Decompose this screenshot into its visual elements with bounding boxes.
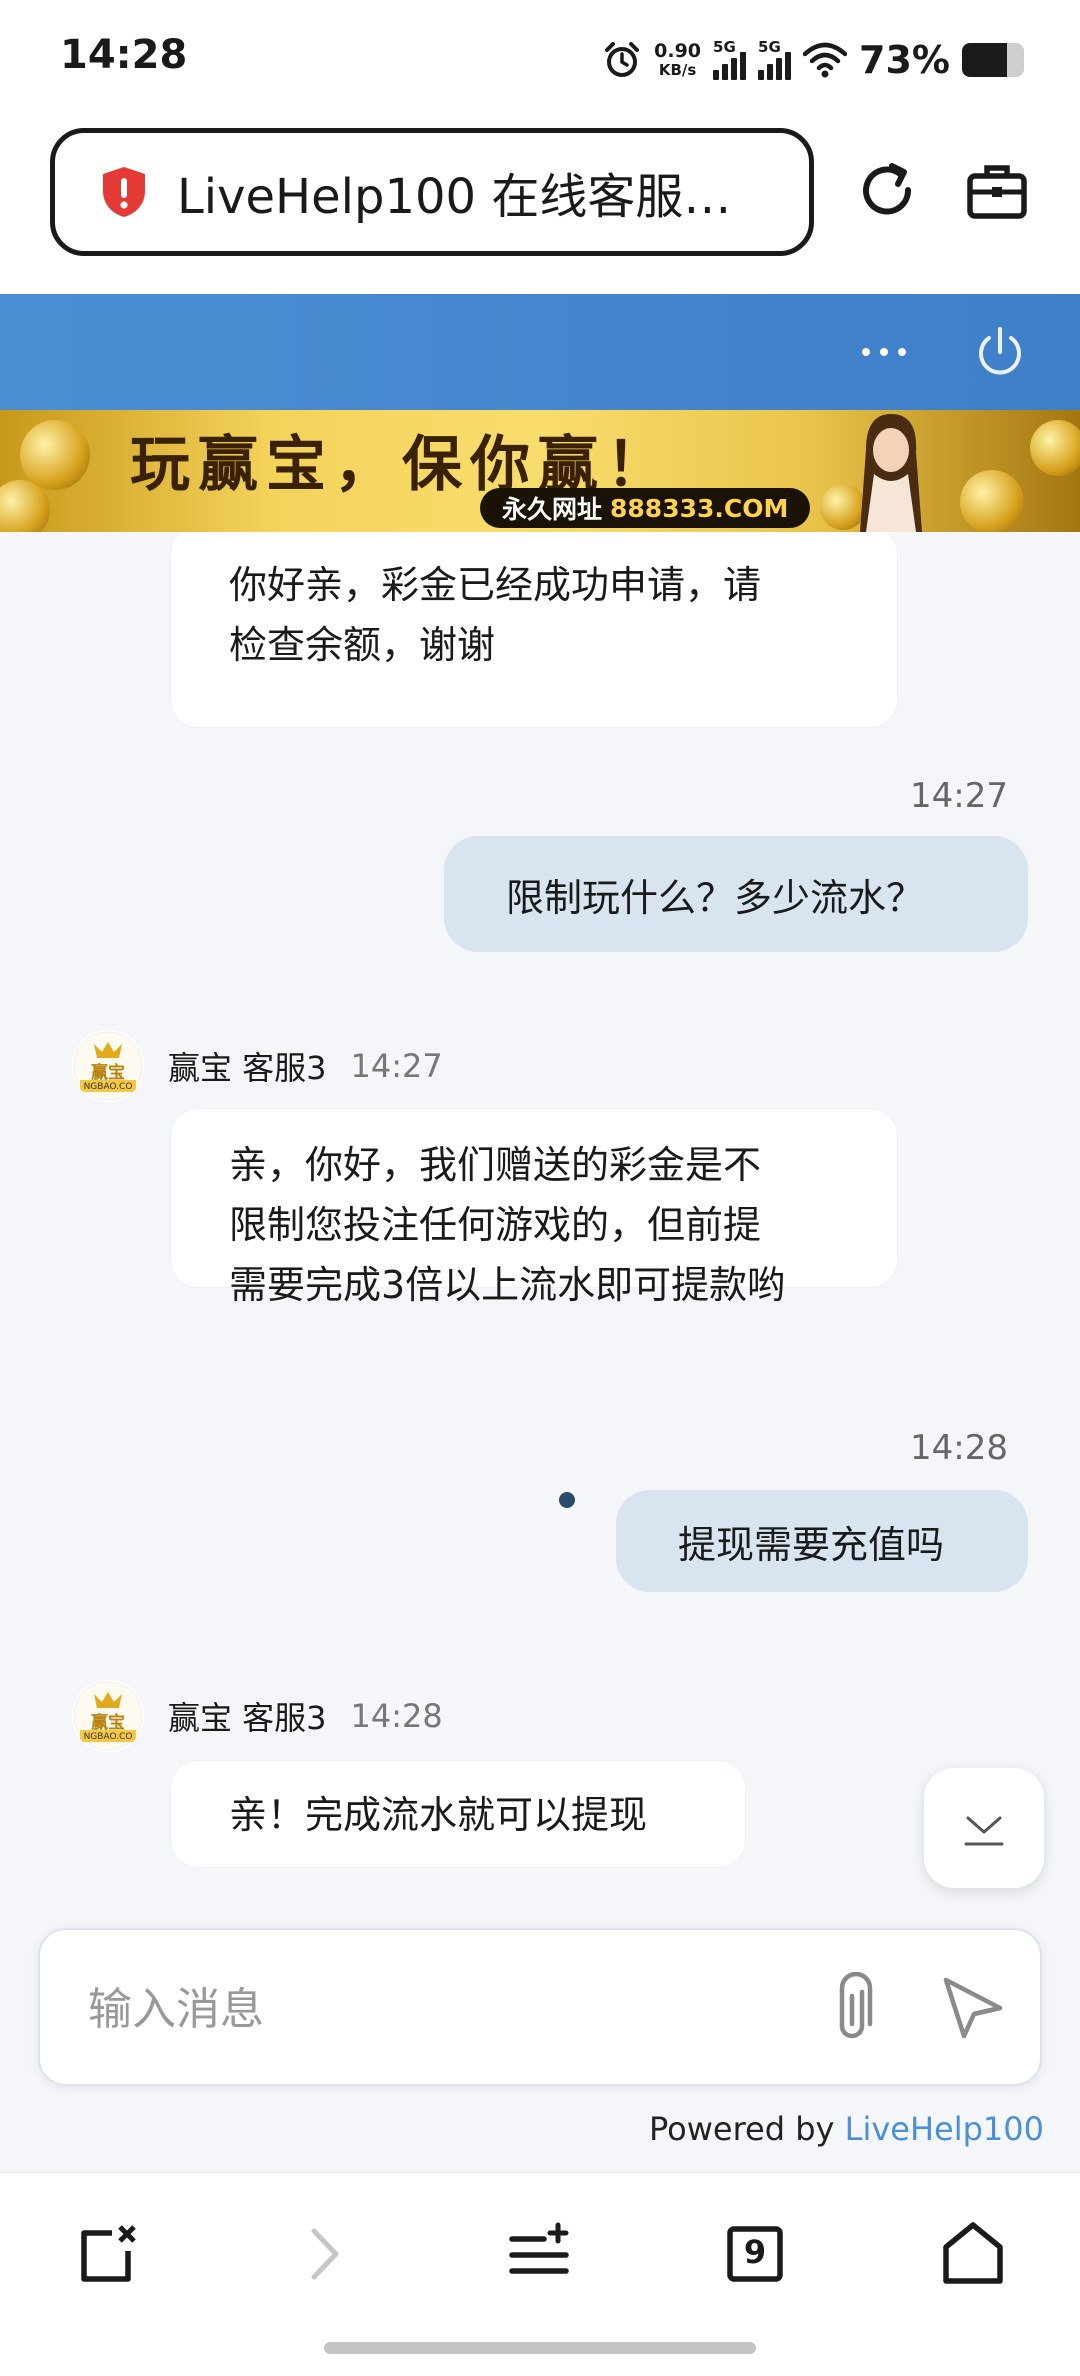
message-text: 限制玩什么？多少流水？ [506,875,925,920]
incoming-message: 亲，你好，我们赠送的彩金是不 限制您投注任何游戏的，但前提 需要完成3倍以上流水… [170,1108,898,1307]
avatar-subtext: NGBAO.CO [83,1732,133,1742]
outgoing-message: 限制玩什么？多少流水？ [444,836,1028,952]
banner-url-pill: 永久网址 888333.COM [480,488,811,528]
more-icon[interactable] [858,332,910,372]
page-title[interactable]: LiveHelp100 在线客服… [177,157,737,227]
sim1-label: 5G [713,38,736,56]
home-indicator[interactable] [324,2342,756,2354]
message-composer [38,1928,1042,2086]
alarm-icon [605,42,640,77]
signal-sim1-icon: 5G [713,38,747,80]
message-text: 亲！完成流水就可以提现 [229,1793,648,1837]
status-bar: 14:28 0.90 KB/s 5G 5G 73% [0,0,1080,118]
forward-icon[interactable] [290,2219,360,2289]
close-tab-icon[interactable] [72,2219,142,2289]
address-bar[interactable]: LiveHelp100 在线客服… [50,128,814,256]
tab-count: 9 [743,2233,767,2271]
message-time: 14:27 [910,776,1008,816]
message-text-line: 你好亲，彩金已经成功申请，请 [229,563,762,607]
message-time: 14:28 [350,1697,443,1735]
network-speed-value: 0.90 [654,40,702,62]
paperclip-icon[interactable] [824,1972,884,2046]
wifi-icon [803,42,848,78]
message-text: 提现需要充值吗 [678,1522,945,1567]
home-icon[interactable] [938,2219,1008,2289]
message-status-dot [559,1492,575,1508]
message-time: 14:27 [350,1047,443,1085]
battery-fill [962,43,1008,77]
signal-sim2-icon: 5G [758,38,792,80]
coin-decoration [1030,420,1080,476]
incoming-message: 你好亲，彩金已经成功申请，请 检查余额，谢谢 [170,532,898,728]
model-figure-image [860,414,922,532]
menu-icon[interactable] [504,2219,574,2289]
network-speed-unit: KB/s [658,61,697,79]
message-text-line: 检查余额，谢谢 [229,623,496,667]
toolbox-icon[interactable] [966,160,1028,222]
chat-messages[interactable]: 你好亲，彩金已经成功申请，请 检查余额，谢谢 14:27 限制玩什么？多少流水？… [0,532,1080,2172]
avatar-subtext: NGBAO.CO [83,1082,133,1092]
powered-by-link[interactable]: LiveHelp100 [845,2110,1044,2148]
agent-name: 赢宝 客服3 [168,1699,327,1737]
avatar[interactable]: 赢宝 NGBAO.CO [72,1680,144,1752]
avatar-text: 赢宝 [91,1713,125,1733]
chat-header [0,294,1080,410]
message-text-line: 亲，你好，我们赠送的彩金是不 [229,1143,762,1187]
network-speed: 0.90 KB/s [654,42,701,78]
avatar-text: 赢宝 [91,1063,125,1083]
shield-alert-icon[interactable] [99,165,149,219]
outgoing-message: 提现需要充值吗 [616,1490,1028,1592]
coin-decoration [960,470,1024,532]
coin-decoration [20,420,90,490]
status-time: 14:28 [60,32,188,78]
banner-domain: 888333.COM [610,493,789,523]
send-icon[interactable] [940,1974,1006,2040]
sim2-label: 5G [758,38,781,56]
tabs-button[interactable]: 9 [720,2219,790,2289]
status-icons: 0.90 KB/s 5G 5G 73% [602,34,1024,86]
agent-header: 赢宝 NGBAO.CO 赢宝 客服3 14:27 [72,1030,443,1102]
promo-banner[interactable]: 玩赢宝，保你赢！ 永久网址 888333.COM [0,410,1080,532]
battery-icon [962,43,1024,77]
powered-by: Powered by LiveHelp100 [649,2110,1044,2148]
power-icon[interactable] [972,324,1028,380]
avatar[interactable]: 赢宝 NGBAO.CO [72,1030,144,1102]
agent-header: 赢宝 NGBAO.CO 赢宝 客服3 14:28 [72,1680,443,1752]
agent-name: 赢宝 客服3 [168,1049,327,1087]
scroll-to-bottom-button[interactable] [924,1768,1044,1888]
message-text-line: 需要完成3倍以上流水即可提款哟 [229,1263,786,1307]
message-text-line: 限制您投注任何游戏的，但前提 [229,1203,762,1247]
powered-by-prefix: Powered by [648,2110,845,2148]
incoming-message: 亲！完成流水就可以提现 [170,1760,746,1868]
reload-icon[interactable] [856,160,920,224]
chevron-down-icon [964,1816,1004,1846]
message-input[interactable] [86,1974,786,2044]
message-time: 14:28 [910,1428,1008,1468]
battery-percent: 73% [859,38,950,82]
banner-url-label: 永久网址 [502,495,603,524]
